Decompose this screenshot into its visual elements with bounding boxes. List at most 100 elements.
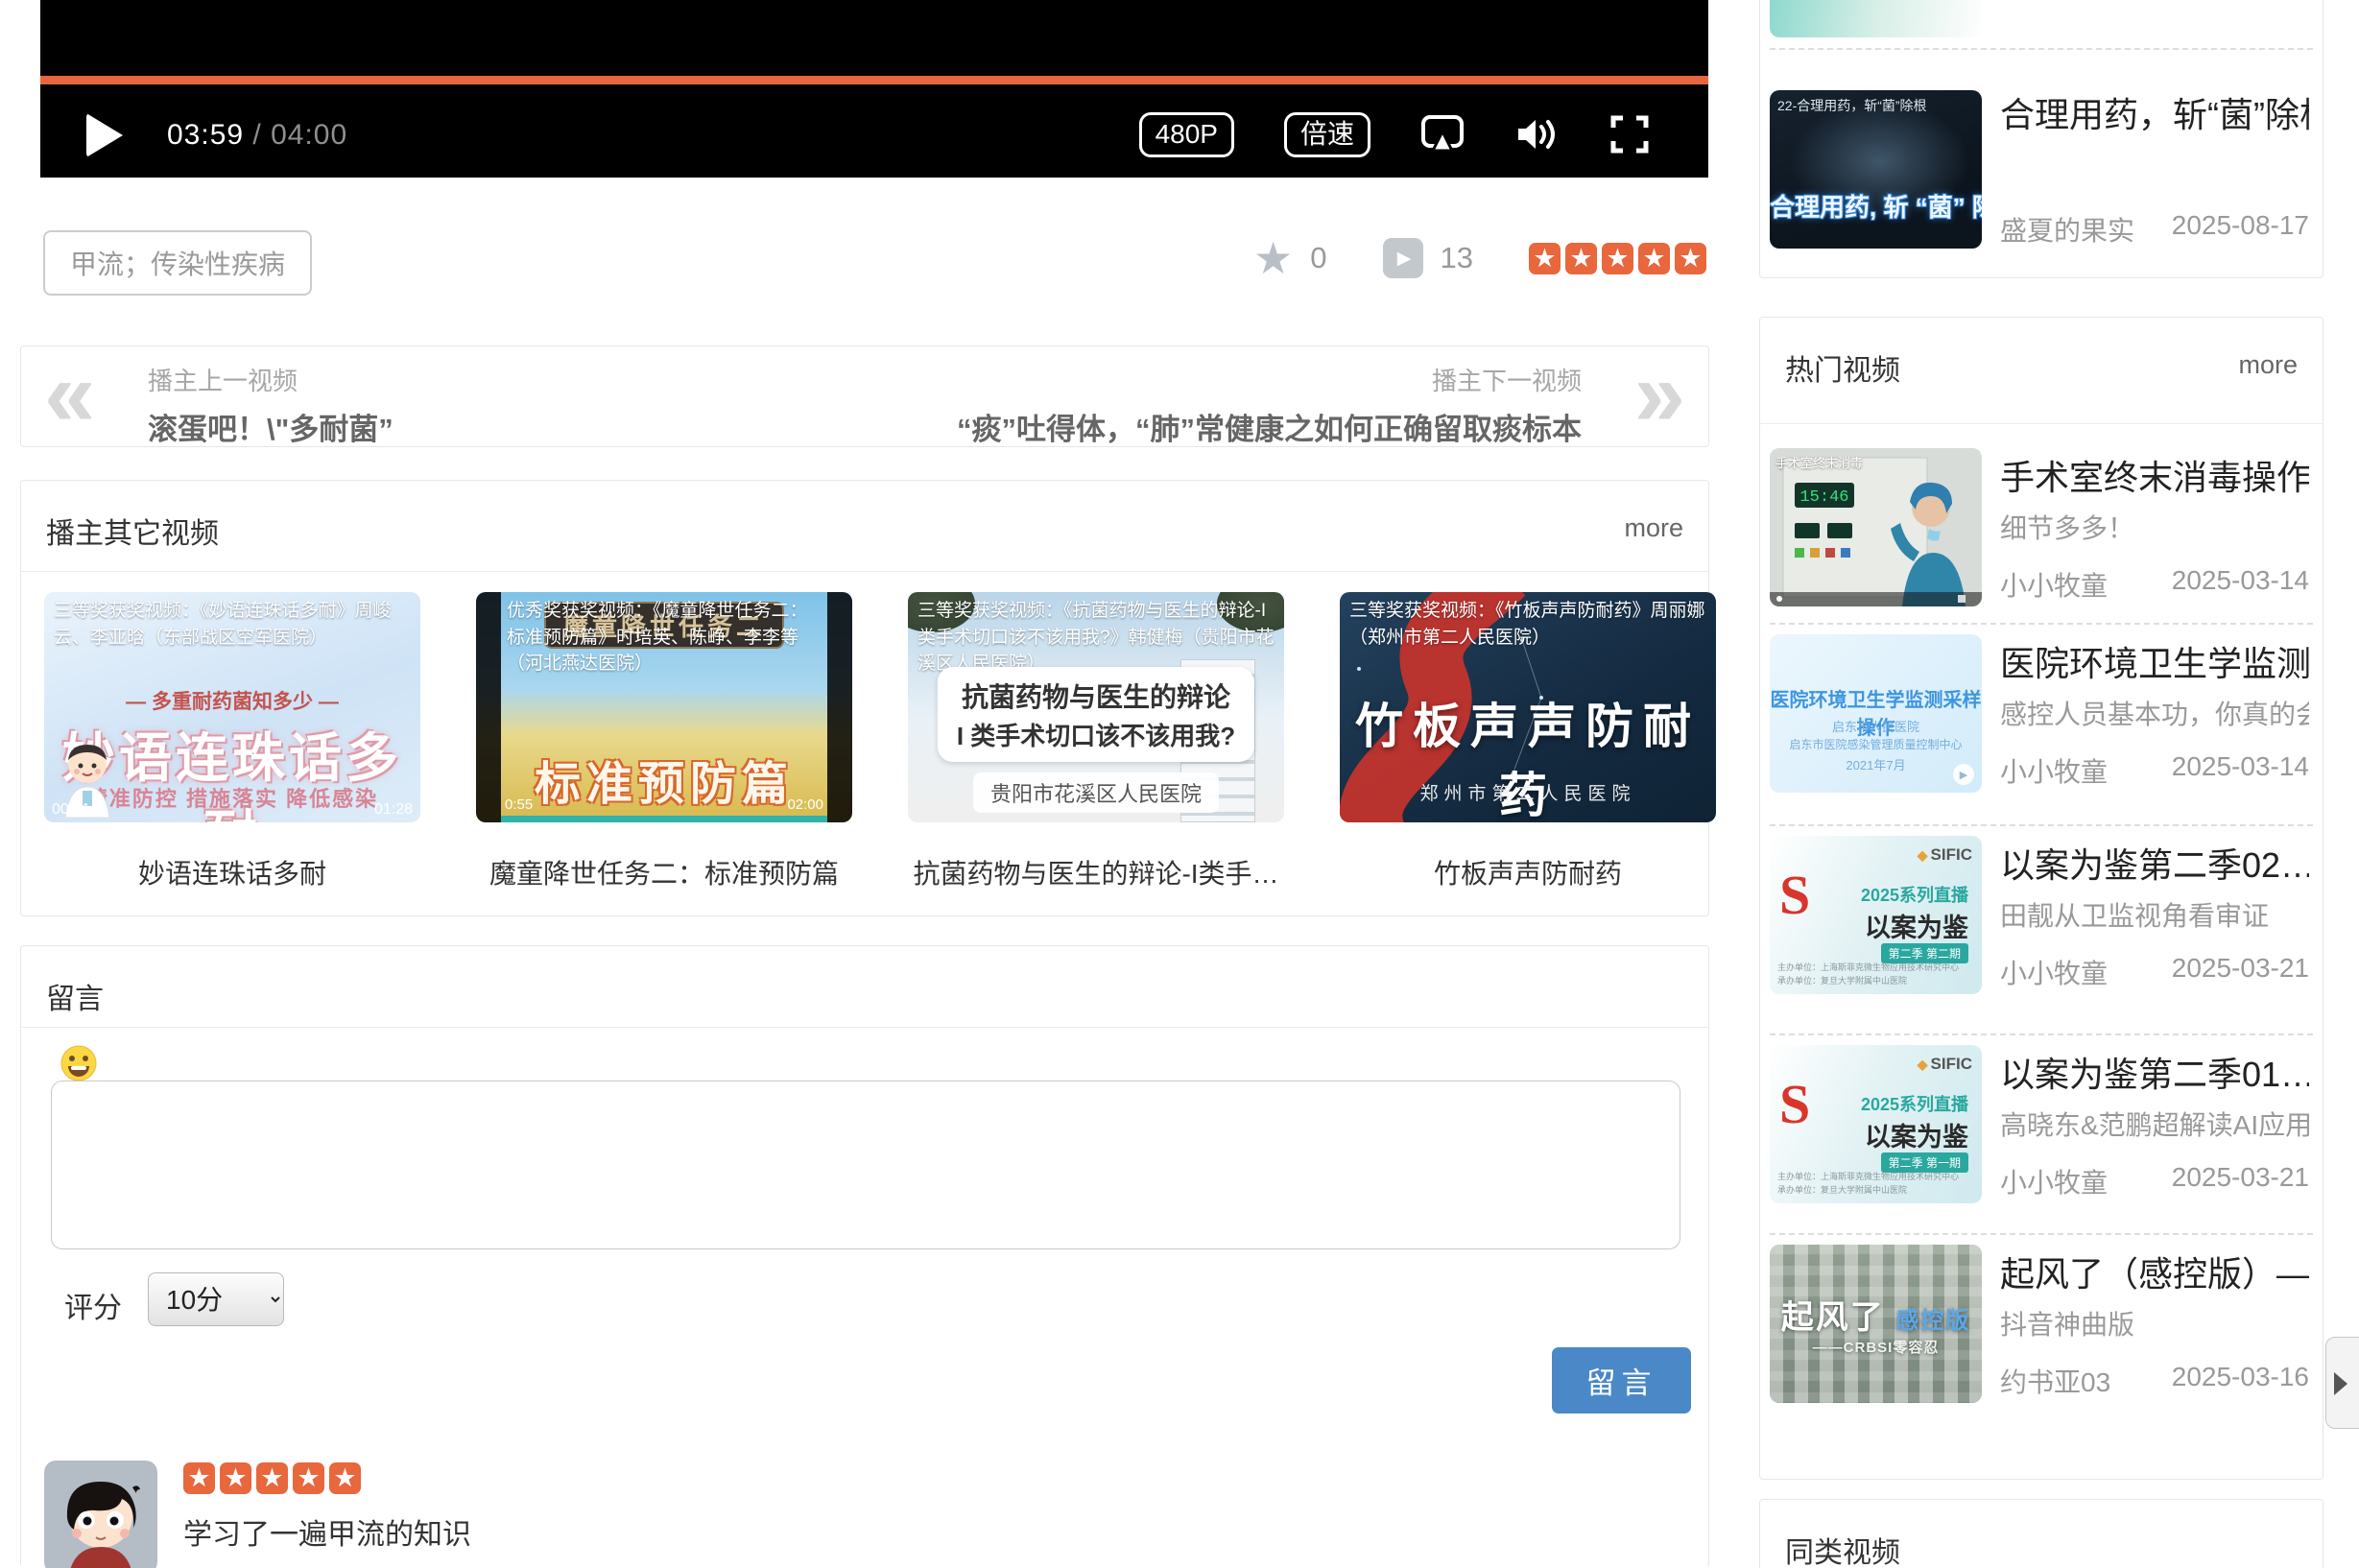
video-rating-stars[interactable] [1529,243,1706,274]
sidebar-video-author[interactable]: 小小牧童 [2000,565,2108,604]
video-tag[interactable]: 甲流；传染性疾病 [43,230,312,296]
video-meta-row: 甲流；传染性疾病 ★ 0 13 [40,230,1708,290]
favorites-count: 0 [1310,241,1326,275]
dashed-divider [1770,1033,2313,1035]
sidebar-video-thumbnail[interactable]: 22-合理用药，斩“菌”除根 合理用药, 斩 “菌” 除根 [1770,90,1982,249]
fullscreen-icon[interactable] [1610,115,1649,154]
related-videos-card: 同类视频 [1759,1499,2323,1568]
favorite-star-icon[interactable]: ★ [1253,236,1293,280]
sidebar-video-title[interactable]: 起风了（感控版）—… [2000,1247,2309,1296]
other-videos-more-link[interactable]: more [1624,513,1683,543]
sidebar-video-author[interactable]: 小小牧童 [2000,953,2108,991]
sidebar-video-title[interactable]: 以案为鉴第二季01… [2000,1047,2309,1097]
prev-video-title[interactable]: 滚蛋吧！\"多耐菌” [148,405,393,448]
emoji-icon[interactable] [60,1044,98,1082]
sidebar-video-sub: 高晓东&范鹏超解读AI应用 [2000,1105,2309,1143]
sidebar-video-sub: 抖音神曲版 [2000,1304,2309,1342]
hot-videos-card: 热门视频 more 15:46 手术室终末消毒 手术室终末消毒操作… 细节多多！… [1759,317,2323,1480]
next-video-link[interactable]: 播主下一视频 “痰”吐得体，“肺”常健康之如何正确留取痰标本 [957,362,1582,448]
sidebar-video-date: 2025-03-14 [2172,565,2309,604]
sidebar-video-date: 2025-03-21 [2172,1162,2309,1200]
next-chevron-icon[interactable]: » [1634,346,1685,442]
sidebar-video-thumbnail[interactable]: 医院环境卫生学监测采样操作 启东市人民医院 启东市医院感染管理质量控制中心 20… [1770,634,1982,793]
divider [21,571,1708,572]
sidebar-video-title[interactable]: 手术室终末消毒操作… [2000,450,2309,500]
next-video-title[interactable]: “痰”吐得体，“肺”常健康之如何正确留取痰标本 [957,405,1582,448]
star-icon [293,1462,324,1494]
dashed-divider [1770,1233,2313,1235]
scroll-widget[interactable] [2325,1337,2359,1429]
other-video-title[interactable]: 魔童降世任务二：标准预防篇 [476,853,852,891]
cast-icon[interactable] [1420,114,1465,154]
prev-next-card: « 播主上一视频 滚蛋吧！\"多耐菌” 播主下一视频 “痰”吐得体，“肺”常健康… [20,345,1709,447]
sidebar-video-author[interactable]: 小小牧童 [2000,751,2108,790]
other-video-title[interactable]: 抗菌药物与医生的辩论-I类手… [908,853,1284,891]
thumbnail-caption: 三等奖获奖视频：《抗菌药物与医生的辩论-I类手术切口该不该用我?》韩健梅（贵阳市… [917,598,1276,677]
prev-video-label: 播主上一视频 [148,362,393,397]
star-icon[interactable] [1638,243,1670,274]
hot-videos-more-link[interactable]: more [2238,350,2298,380]
commenter-avatar [44,1461,157,1568]
volume-icon[interactable] [1514,115,1561,154]
next-video-label: 播主下一视频 [957,362,1582,397]
sidebar-video-sub: 田靓从卫监视角看审证 [2000,895,2309,934]
other-video-thumbnail[interactable]: 三等奖获奖视频：《抗菌药物与医生的辩论-I类手术切口该不该用我?》韩健梅（贵阳市… [908,592,1284,822]
sidebar-video-thumbnail[interactable]: S SIFIC 2025系列直播 以案为鉴 第二季 第一期 主办单位：上海斯菲克… [1770,1045,1982,1203]
star-icon[interactable] [1602,243,1633,274]
play-icon[interactable] [86,113,123,157]
star-icon[interactable] [1529,243,1561,274]
speed-button[interactable]: 倍速 [1284,112,1370,157]
comment-rating-stars [183,1462,361,1494]
star-icon [183,1462,215,1494]
score-select[interactable]: 10分 [148,1272,284,1326]
other-video-title[interactable]: 妙语连珠话多耐 [44,853,420,891]
thumbnail-caption: 三等奖获奖视频：《妙语连珠话多耐》周峻云、李亚晗（东部战区空军医院） [54,598,413,651]
other-video-title[interactable]: 竹板声声防耐药 [1340,853,1716,891]
star-icon[interactable] [1565,243,1597,274]
thumbnail-caption: 优秀奖获奖视频：《魔童降世任务二：标准预防篇》时培英、陈峥、李李等（河北燕达医院… [507,598,823,677]
player-controls: 03:59 / 04:00 480P 倍速 [40,92,1708,178]
sidebar-video-sub: 感控人员基本功，你真的会采 [2000,694,2309,732]
hot-videos-heading: 热门视频 [1785,346,1900,389]
sidebar-video-date: 2025-08-17 [2172,210,2309,249]
mini-progress-bar [501,816,827,822]
other-video-thumbnail[interactable]: 三等奖获奖视频：《竹板声声防耐药》周丽娜（郑州市第二人民医院） 竹板声声防耐药 … [1340,592,1716,822]
other-video-thumbnail[interactable]: 魔童降世任务二 优秀奖获奖视频：《魔童降世任务二：标准预防篇》时培英、陈峥、李李… [476,592,852,822]
dashed-divider [1770,48,2313,50]
sidebar-video-sub: 细节多多！ [2000,508,2309,546]
sidebar-partial-thumbnail[interactable] [1770,0,1982,37]
sidebar-video-title[interactable]: 合理用药，斩“菌”除根 [2000,87,2309,137]
sidebar-video-thumbnail[interactable]: 起风了 感控版 ——CRBSI零容忍 [1770,1245,1982,1403]
video-page: 03:59 / 04:00 480P 倍速 甲流；传染性疾病 ★ 0 [0,0,2359,1568]
sidebar-video-date: 2025-03-21 [2172,953,2309,991]
prev-video-link[interactable]: 播主上一视频 滚蛋吧！\"多耐菌” [148,362,393,448]
star-icon[interactable] [1675,243,1706,274]
progress-bar[interactable] [40,76,1708,84]
video-player[interactable]: 03:59 / 04:00 480P 倍速 [40,0,1708,178]
quality-button[interactable]: 480P [1139,112,1234,157]
related-videos-heading: 同类视频 [1785,1529,1900,1568]
divider [1760,423,2323,424]
other-videos-heading: 播主其它视频 [46,510,219,552]
sidebar-video-title[interactable]: 以案为鉴第二季02… [2000,838,2309,888]
submit-comment-button[interactable]: 留言 [1552,1347,1691,1414]
arrow-icon [2334,1372,2347,1395]
sidebar-video-title[interactable]: 医院环境卫生学监测… [2000,636,2309,686]
thumbnail-caption: 三等奖获奖视频：《竹板声声防耐药》周丽娜（郑州市第二人民医院） [1349,598,1708,651]
sidebar-video-date: 2025-03-14 [2172,751,2309,790]
sidebar-video-thumbnail[interactable]: S SIFIC 2025系列直播 以案为鉴 第二季 第二期 主办单位：上海斯菲克… [1770,836,1982,994]
sidebar-video-thumbnail[interactable]: 15:46 手术室终末消毒 [1770,448,1982,606]
prev-chevron-icon[interactable]: « [44,346,95,442]
comments-heading: 留言 [46,975,104,1017]
duration: 04:00 [271,119,347,151]
uploader-other-videos-card: 播主其它视频 more 三等奖获奖视频：《妙语连珠话多耐》周峻云、李亚晗（东部战… [20,480,1709,916]
sidebar-video-author[interactable]: 小小牧童 [2000,1162,2108,1200]
dashed-divider [1770,824,2313,826]
sidebar-video-author[interactable]: 盛夏的果实 [2000,210,2134,249]
other-video-thumbnail[interactable]: 三等奖获奖视频：《妙语连珠话多耐》周峻云、李亚晗（东部战区空军医院） — 多重耐… [44,592,420,822]
comment-textarea[interactable] [51,1081,1680,1249]
sidebar-video-author[interactable]: 约书亚03 [2000,1362,2110,1400]
views-icon [1383,238,1423,278]
star-icon [256,1462,288,1494]
comment-text: 学习了一遍甲流的知识 [183,1510,471,1553]
